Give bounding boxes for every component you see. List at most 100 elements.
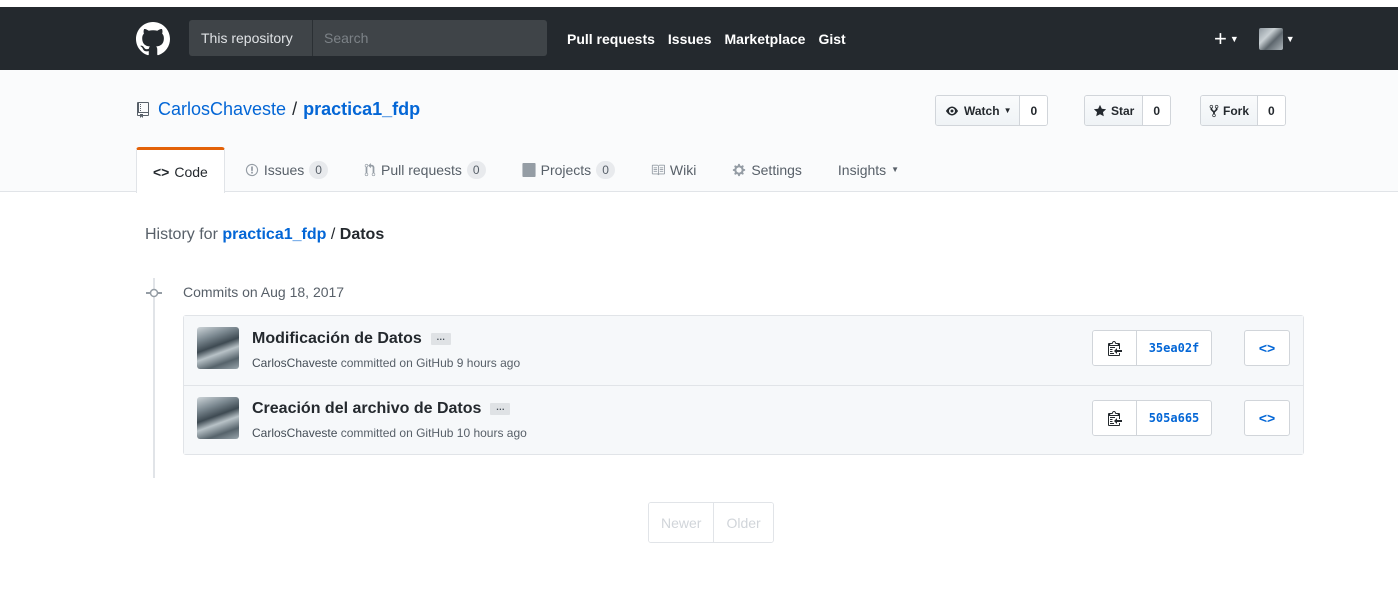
- commit-meta-text: committed on GitHub 9 hours ago: [340, 356, 521, 370]
- global-header: This repository Pull requests Issues Mar…: [0, 7, 1398, 70]
- git-commit-icon: [146, 288, 162, 298]
- eye-icon: [946, 106, 958, 115]
- star-count[interactable]: 0: [1143, 96, 1171, 125]
- header-nav: Pull requests Issues Marketplace Gist: [567, 7, 859, 70]
- book-icon: [651, 164, 665, 175]
- browse-files-button[interactable]: <>: [1244, 400, 1290, 436]
- repo-icon: [137, 101, 149, 118]
- issue-opened-icon: [245, 163, 258, 176]
- breadcrumb-current: Datos: [339, 226, 385, 243]
- project-icon: [522, 162, 536, 177]
- commit-list: Modificación de Datos … CarlosChaveste c…: [183, 315, 1304, 455]
- tab-settings[interactable]: Settings: [716, 147, 818, 192]
- copy-sha-button[interactable]: [1093, 401, 1137, 435]
- tab-code[interactable]: <> Code: [136, 147, 225, 193]
- code-icon: <>: [1258, 340, 1276, 356]
- commit-meta: CarlosChaveste committed on GitHub 10 ho…: [252, 426, 527, 440]
- tab-wiki[interactable]: Wiki: [635, 147, 712, 192]
- caret-down-icon: ▼: [1003, 106, 1012, 115]
- issues-counter: 0: [309, 160, 328, 179]
- tab-label: Code: [174, 163, 208, 180]
- timeline-line: [153, 278, 155, 478]
- copy-sha-button[interactable]: [1093, 331, 1137, 365]
- newer-button[interactable]: Newer: [649, 503, 714, 542]
- caret-down-icon[interactable]: ▼: [1230, 34, 1239, 44]
- breadcrumb-separator: /: [330, 226, 336, 243]
- tab-issues[interactable]: Issues 0: [229, 147, 344, 192]
- watch-label: Watch: [964, 103, 1000, 118]
- clippy-icon: [1107, 411, 1122, 426]
- nav-pull-requests[interactable]: Pull requests: [567, 31, 655, 47]
- sha-group: 35ea02f: [1092, 330, 1212, 366]
- commit-sha-link[interactable]: 35ea02f: [1137, 331, 1211, 365]
- fork-icon: [1209, 104, 1219, 117]
- projects-counter: 0: [596, 160, 615, 179]
- breadcrumb: History for practica1_fdp / Datos: [145, 226, 384, 244]
- commit-author-avatar[interactable]: [197, 327, 239, 369]
- older-button[interactable]: Older: [713, 503, 773, 542]
- code-icon: <>: [153, 163, 170, 180]
- nav-marketplace[interactable]: Marketplace: [725, 31, 806, 47]
- clippy-icon: [1107, 341, 1122, 356]
- tab-label: Insights: [837, 161, 887, 178]
- repo-owner-link[interactable]: CarlosChaveste: [158, 99, 286, 120]
- commit-message-link[interactable]: Creación del archivo de Datos: [252, 400, 481, 418]
- commit-author-avatar[interactable]: [197, 397, 239, 439]
- git-pull-request-icon: [364, 162, 376, 176]
- commit-message: Modificación de Datos …: [252, 330, 451, 348]
- star-label: Star: [1111, 103, 1135, 118]
- code-icon: <>: [1258, 410, 1276, 426]
- tab-projects[interactable]: Projects 0: [506, 147, 631, 192]
- watch-group: Watch ▼ 0: [935, 95, 1049, 126]
- ellipsis-expander-button[interactable]: …: [430, 333, 451, 345]
- breadcrumb-prefix: History for: [145, 226, 218, 243]
- gear-icon: [733, 163, 746, 176]
- commit-author-link[interactable]: CarlosChaveste: [252, 356, 337, 370]
- star-group: Star 0: [1084, 95, 1172, 126]
- commit-row: Modificación de Datos … CarlosChaveste c…: [184, 316, 1303, 385]
- user-avatar[interactable]: [1258, 27, 1283, 50]
- repo-separator: /: [292, 99, 298, 119]
- fork-label: Fork: [1223, 103, 1250, 118]
- repo-name-link[interactable]: practica1_fdp: [303, 99, 420, 120]
- commit-group-title: Commits on Aug 18, 2017: [183, 284, 345, 300]
- star-button[interactable]: Star: [1085, 96, 1144, 125]
- commit-meta: CarlosChaveste committed on GitHub 9 hou…: [252, 356, 520, 370]
- ellipsis-expander-button[interactable]: …: [490, 403, 511, 415]
- tab-label: Issues: [263, 161, 305, 178]
- tab-label: Wiki: [669, 161, 697, 178]
- commit-meta-text: committed on GitHub 10 hours ago: [340, 426, 527, 440]
- pagination: Newer Older: [648, 502, 774, 543]
- commit-row: Creación del archivo de Datos … CarlosCh…: [184, 385, 1303, 454]
- tab-insights[interactable]: Insights ▼: [822, 147, 915, 192]
- pull-requests-counter: 0: [466, 160, 486, 179]
- tab-pull-requests[interactable]: Pull requests 0: [348, 147, 502, 192]
- browse-files-button[interactable]: <>: [1244, 330, 1290, 366]
- caret-down-icon[interactable]: ▼: [1286, 34, 1295, 44]
- github-logo-icon[interactable]: [136, 22, 170, 56]
- watch-button[interactable]: Watch ▼: [936, 96, 1021, 125]
- create-new-button[interactable]: +: [1214, 27, 1227, 50]
- tab-label: Projects: [540, 161, 592, 178]
- commit-message: Creación del archivo de Datos …: [252, 400, 511, 418]
- fork-group: Fork 0: [1200, 95, 1286, 126]
- repo-header: CarlosChaveste / practica1_fdp Watch ▼ 0…: [0, 70, 1398, 193]
- nav-gist[interactable]: Gist: [818, 31, 845, 47]
- watch-count[interactable]: 0: [1020, 96, 1048, 125]
- search-input[interactable]: [314, 20, 547, 56]
- star-icon: [1093, 104, 1107, 116]
- fork-button[interactable]: Fork: [1201, 96, 1259, 125]
- repo-title: CarlosChaveste / practica1_fdp: [136, 99, 420, 120]
- fork-count[interactable]: 0: [1258, 96, 1285, 125]
- caret-down-icon: ▼: [891, 165, 900, 174]
- commit-sha-link[interactable]: 505a665: [1137, 401, 1211, 435]
- breadcrumb-repo-link[interactable]: practica1_fdp: [222, 226, 326, 243]
- search-scope-label: This repository: [189, 20, 313, 56]
- tab-label: Settings: [751, 161, 802, 178]
- nav-issues[interactable]: Issues: [668, 31, 712, 47]
- sha-group: 505a665: [1092, 400, 1212, 436]
- header-actions: + ▼ ▼: [1214, 7, 1295, 70]
- commit-message-link[interactable]: Modificación de Datos: [252, 330, 422, 348]
- repo-nav-tabs: <> Code Issues 0 Pull requests 0 Project…: [136, 147, 919, 193]
- commit-author-link[interactable]: CarlosChaveste: [252, 426, 337, 440]
